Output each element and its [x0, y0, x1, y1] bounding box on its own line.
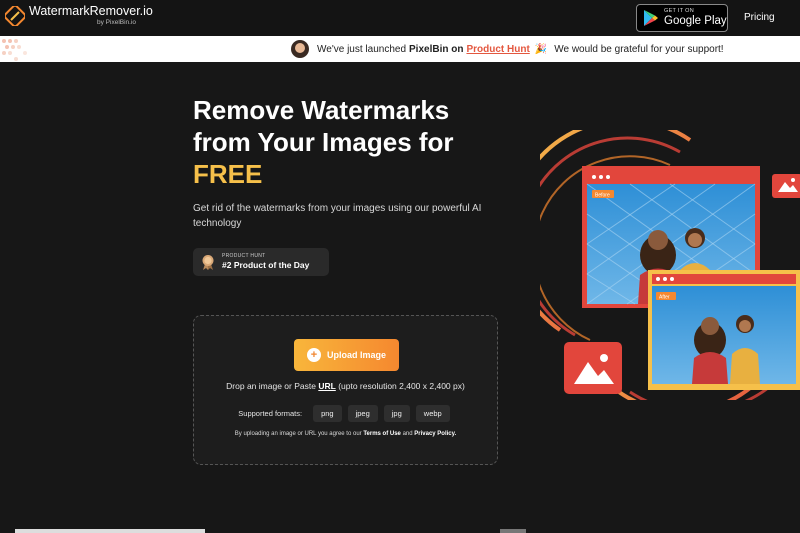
scrollbar-thumb[interactable]	[500, 529, 526, 533]
decorative-dots	[2, 39, 27, 61]
after-label: After	[659, 295, 670, 301]
terms-prefix: By uploading an image or URL you agree t…	[234, 431, 362, 437]
banner-brand: PixelBin on	[409, 43, 464, 55]
plus-icon: +	[306, 348, 321, 362]
before-after-illustration: Before After	[540, 130, 800, 400]
privacy-policy-link[interactable]: Privacy Policy.	[414, 431, 456, 437]
logo[interactable]: WatermarkRemover.io by PixelBin.io	[5, 5, 153, 26]
before-label: Before	[595, 193, 610, 199]
banner-text-support: We would be grateful for your support!	[554, 43, 724, 55]
banner-text: We've just launched	[317, 43, 406, 55]
announcement-banner: We've just launched PixelBin on Product …	[0, 36, 800, 62]
paste-url-link[interactable]: URL	[318, 381, 335, 391]
upload-dropzone[interactable]: + Upload Image Drop an image or Paste UR…	[193, 315, 498, 465]
photo-icon-tile	[772, 174, 800, 198]
format-chip: jpeg	[347, 405, 378, 422]
logo-icon	[5, 5, 25, 26]
format-chip: webp	[415, 405, 450, 422]
top-navbar: WatermarkRemover.io by PixelBin.io GET I…	[0, 0, 800, 36]
terms-of-use-link[interactable]: Terms of Use	[363, 431, 401, 437]
product-hunt-link[interactable]: Product Hunt	[466, 44, 529, 55]
party-popper-icon: 🎉	[534, 43, 548, 55]
google-play-icon	[644, 10, 658, 26]
drop-prefix: Drop an image or Paste	[226, 381, 316, 391]
logo-title: WatermarkRemover.io	[29, 4, 153, 18]
photo-icon-tile-large	[564, 342, 622, 394]
terms-and: and	[402, 431, 413, 437]
upload-button-label: Upload Image	[326, 350, 386, 360]
drop-instructions: Drop an image or Paste URL (upto resolut…	[194, 381, 497, 391]
medal-icon	[202, 255, 214, 270]
hero-subtitle: Get rid of the watermarks from your imag…	[193, 203, 482, 229]
avatar	[291, 40, 309, 58]
after-window: After	[648, 270, 800, 390]
badge-big-label: #2 Product of the Day	[222, 260, 310, 271]
upload-image-button[interactable]: + Upload Image	[294, 339, 399, 371]
format-chip: png	[313, 405, 342, 422]
page-title: Remove Watermarks from Your Images for F…	[193, 94, 513, 190]
hero-title-text: Remove Watermarks from Your Images for	[193, 95, 454, 157]
supported-formats: Supported formats: png jpeg jpg webp	[194, 405, 497, 422]
gplay-small-label: GET IT ON	[664, 8, 695, 14]
logo-subtitle: by PixelBin.io	[97, 18, 137, 26]
google-play-button[interactable]: GET IT ON Google Play	[636, 4, 728, 32]
hero-title-highlight: FREE	[193, 159, 263, 189]
pricing-link[interactable]: Pricing	[744, 12, 775, 23]
format-chip: jpg	[383, 405, 410, 422]
scrollbar-track[interactable]	[15, 529, 205, 533]
gplay-big-label: Google Play	[664, 14, 727, 27]
product-hunt-badge[interactable]: PRODUCT HUNT #2 Product of the Day	[193, 248, 329, 276]
terms-notice: By uploading an image or URL you agree t…	[194, 431, 497, 437]
drop-suffix: (upto resolution 2,400 x 2,400 px)	[338, 381, 465, 391]
badge-small-label: PRODUCT HUNT	[222, 253, 266, 260]
formats-label: Supported formats:	[238, 409, 303, 418]
